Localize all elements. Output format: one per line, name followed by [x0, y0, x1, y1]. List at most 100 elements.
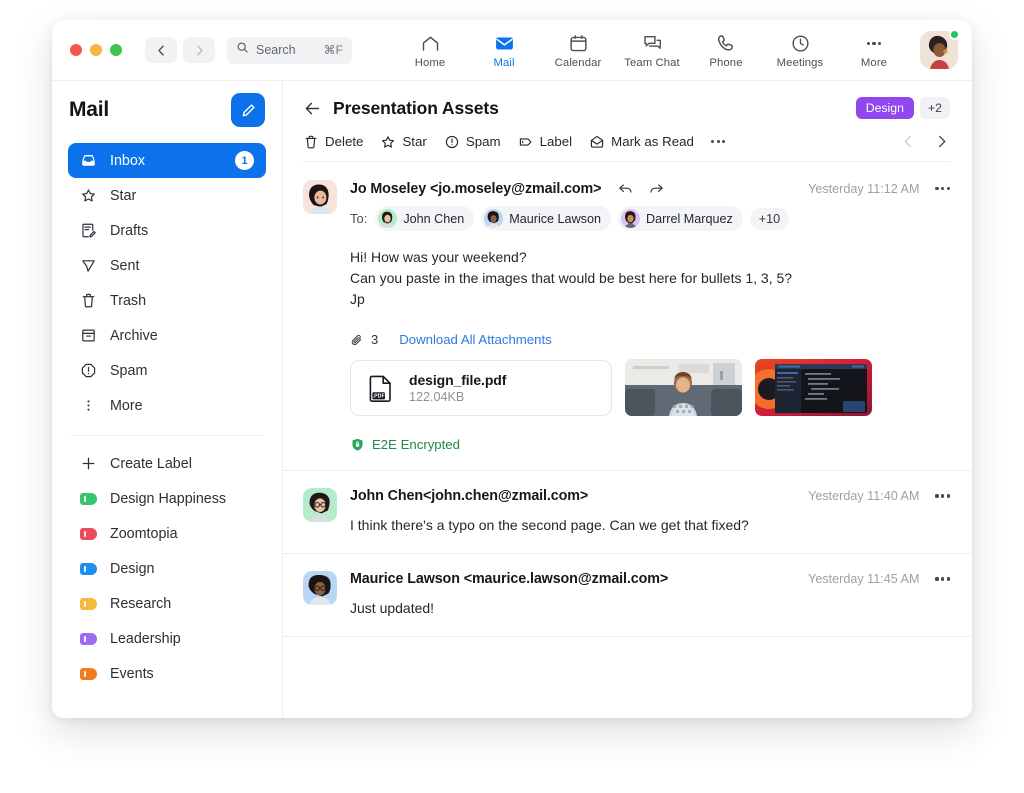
nav-item-mail[interactable]: Mail — [468, 31, 540, 69]
thread-tag-overflow[interactable]: +2 — [920, 97, 950, 119]
nav-item-more[interactable]: More — [838, 31, 910, 69]
sidebar-label-spam: Spam — [110, 363, 254, 379]
nav-item-calendar[interactable]: Calendar — [542, 31, 614, 69]
sidebar-label-research[interactable]: Research — [68, 586, 266, 621]
label-text: Design — [110, 561, 254, 577]
subject-row: Presentation Assets Design +2 — [303, 97, 950, 119]
attachment-file-card[interactable]: .PDF design_file.pdf 122.04KB — [350, 360, 612, 416]
message-thread: Jo Moseley <jo.moseley@zmail.com> — [283, 162, 972, 718]
label-button[interactable]: Label — [518, 134, 573, 150]
sidebar-label-star: Star — [110, 188, 254, 204]
inbox-icon — [80, 152, 97, 169]
message-more-button[interactable] — [935, 577, 950, 580]
trash-icon — [80, 292, 97, 309]
star-button[interactable]: Star — [380, 134, 426, 150]
message-more-button[interactable] — [935, 187, 950, 190]
nav-item-meetings[interactable]: Meetings — [764, 31, 836, 69]
sidebar-item-inbox[interactable]: Inbox 1 — [68, 143, 266, 178]
sidebar-label-zoomtopia[interactable]: Zoomtopia — [68, 516, 266, 551]
download-all-attachments-link[interactable]: Download All Attachments — [399, 332, 551, 347]
sidebar-item-trash[interactable]: Trash — [68, 283, 266, 318]
message-more-button[interactable] — [935, 494, 950, 497]
nav-label-chat: Team Chat — [624, 57, 680, 69]
label-list: Create Label Design Happiness Zoomtopia … — [68, 446, 266, 691]
search-input[interactable]: Search ⌘F — [227, 37, 352, 64]
content-header: Presentation Assets Design +2 Delete — [283, 81, 972, 162]
avatar — [303, 488, 337, 522]
nav-item-phone[interactable]: Phone — [690, 31, 762, 69]
encryption-status: E2E Encrypted — [350, 437, 950, 452]
sidebar-divider — [70, 435, 264, 436]
attachments-row: .PDF design_file.pdf 122.04KB — [350, 359, 950, 416]
mark-as-read-label: Mark as Read — [611, 134, 694, 149]
user-avatar-button[interactable] — [920, 31, 958, 69]
recipients-overflow[interactable]: +10 — [750, 208, 789, 230]
sidebar-label-sent: Sent — [110, 258, 254, 274]
avatar — [621, 209, 640, 228]
sidebar-item-spam[interactable]: Spam — [68, 353, 266, 388]
message-item[interactable]: Jo Moseley <jo.moseley@zmail.com> — [283, 162, 972, 471]
recipient-chip-darrel-marquez[interactable]: Darrel Marquez — [618, 206, 743, 231]
encryption-label: E2E Encrypted — [372, 437, 460, 452]
svg-text:.PDF: .PDF — [373, 393, 386, 399]
sidebar-label-leadership[interactable]: Leadership — [68, 621, 266, 656]
create-label-button[interactable]: Create Label — [68, 446, 266, 481]
close-window-button[interactable] — [70, 44, 82, 56]
recipient-name: Maurice Lawson — [509, 212, 601, 226]
search-icon — [236, 41, 249, 59]
message-sender-row: Maurice Lawson <maurice.lawson@zmail.com… — [350, 571, 950, 587]
nav-item-team-chat[interactable]: Team Chat — [616, 31, 688, 69]
previous-message-button[interactable] — [900, 133, 917, 150]
clock-icon — [790, 33, 811, 54]
reply-button[interactable] — [617, 180, 634, 197]
message-sender: Jo Moseley <jo.moseley@zmail.com> — [350, 181, 601, 197]
forward-button[interactable] — [648, 180, 665, 197]
sidebar-item-drafts[interactable]: Drafts — [68, 213, 266, 248]
message-sender: Maurice Lawson <maurice.lawson@zmail.com… — [350, 571, 668, 587]
next-message-button[interactable] — [933, 133, 950, 150]
nav-label-team-chat: Calendar — [555, 57, 602, 69]
drafts-icon — [80, 222, 97, 239]
mark-as-read-button[interactable]: Mark as Read — [589, 134, 694, 150]
recipient-chip-maurice-lawson[interactable]: Maurice Lawson — [481, 206, 611, 231]
maximize-window-button[interactable] — [110, 44, 122, 56]
sidebar-item-sent[interactable]: Sent — [68, 248, 266, 283]
sidebar-item-star[interactable]: Star — [68, 178, 266, 213]
sidebar-label-design[interactable]: Design — [68, 551, 266, 586]
ellipsis-icon — [711, 140, 726, 143]
sidebar-label-drafts: Drafts — [110, 223, 254, 239]
attachment-image-thumbnail-1[interactable] — [625, 359, 742, 416]
message-item[interactable]: Maurice Lawson <maurice.lawson@zmail.com… — [283, 554, 972, 637]
sidebar-title: Mail — [69, 98, 109, 122]
nav-label-meetings: Meetings — [777, 57, 824, 69]
sidebar-label-events[interactable]: Events — [68, 656, 266, 691]
message-body: Just updated! — [350, 598, 950, 619]
spam-button[interactable]: Spam — [444, 134, 501, 150]
sidebar-item-more[interactable]: More — [68, 388, 266, 423]
delete-button[interactable]: Delete — [303, 134, 363, 150]
compose-button[interactable] — [231, 93, 265, 127]
thread-tag-design[interactable]: Design — [856, 97, 914, 119]
delete-label: Delete — [325, 134, 363, 149]
message-timestamp: Yesterday 11:45 AM — [808, 572, 919, 586]
star-icon — [80, 187, 97, 204]
spam-label: Spam — [466, 134, 501, 149]
sidebar: Mail Inbox 1 Star — [52, 81, 283, 718]
toolbar-more-button[interactable] — [711, 140, 726, 143]
nav-item-home[interactable]: Home — [394, 31, 466, 69]
message-item[interactable]: John Chen<john.chen@zmail.com> Yesterday… — [283, 471, 972, 554]
minimize-window-button[interactable] — [90, 44, 102, 56]
nav-label-phone: Phone — [709, 57, 742, 69]
label-label: Label — [540, 134, 573, 149]
sidebar-label-design-happiness[interactable]: Design Happiness — [68, 481, 266, 516]
back-to-list-button[interactable] — [303, 99, 322, 118]
recipient-chip-john-chen[interactable]: John Chen — [375, 206, 474, 231]
app-window: Search ⌘F Home Mail Calendar — [52, 20, 972, 718]
back-button[interactable] — [145, 37, 177, 63]
nav-label-home: Home — [415, 57, 446, 69]
envelope-open-icon — [589, 134, 605, 150]
attachment-image-thumbnail-2[interactable] — [755, 359, 872, 416]
forward-button[interactable] — [183, 37, 215, 63]
titlebar: Search ⌘F Home Mail Calendar — [52, 20, 972, 81]
sidebar-item-archive[interactable]: Archive — [68, 318, 266, 353]
